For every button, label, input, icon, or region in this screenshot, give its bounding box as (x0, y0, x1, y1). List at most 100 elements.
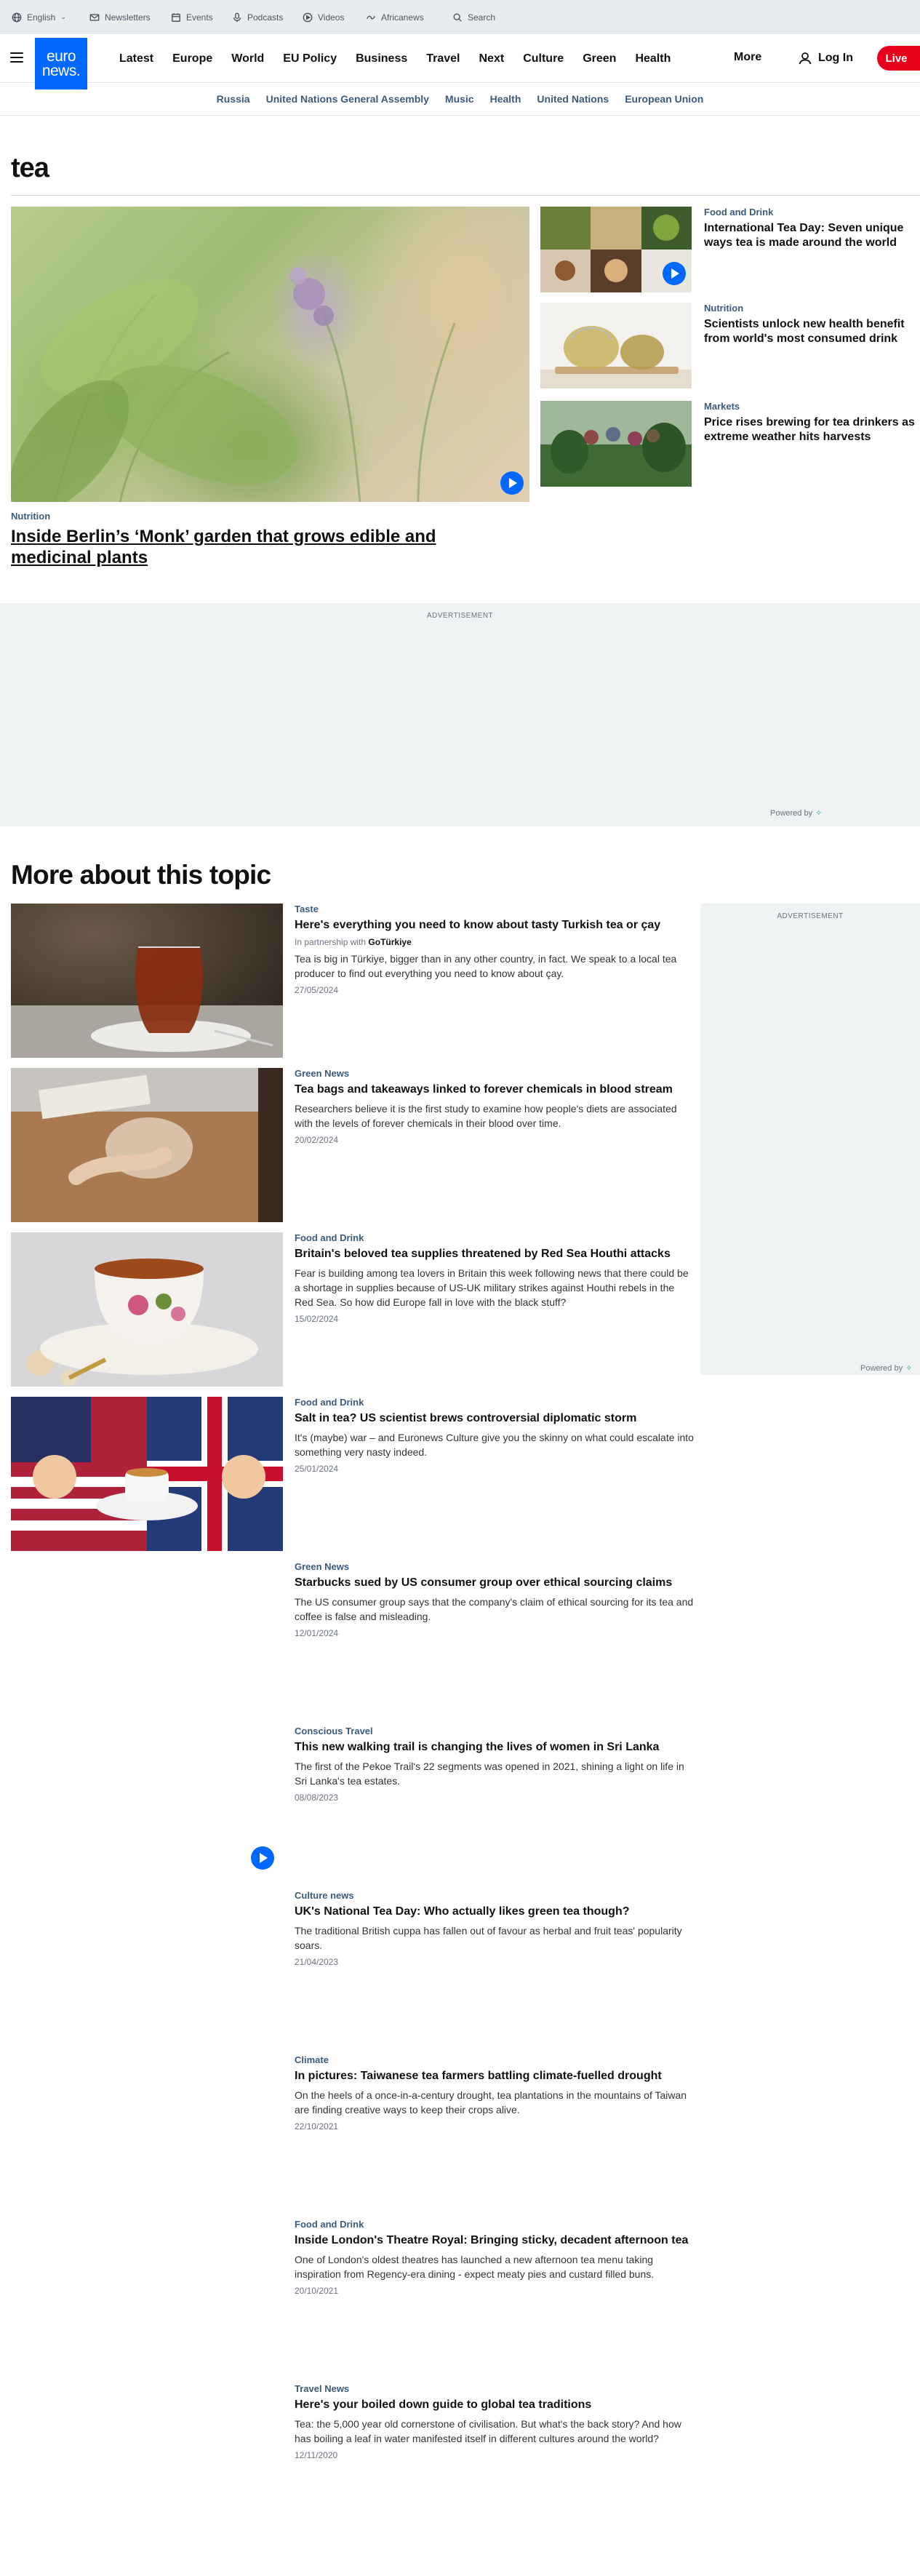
more-menu-button[interactable]: More (734, 51, 761, 64)
article-card[interactable]: Green News Starbucks sued by US consumer… (11, 1561, 695, 1715)
side-story-3[interactable]: Markets Price rises brewing for tea drin… (540, 401, 920, 487)
article-card[interactable]: Travel News Here's your boiled down guid… (11, 2383, 695, 2537)
article-card[interactable]: Conscious Travel This new walking trail … (11, 1726, 695, 1880)
nav-europe[interactable]: Europe (172, 52, 212, 65)
provider-logo-icon: ✧ (905, 1364, 913, 1373)
article-card[interactable]: Taste Here's everything you need to know… (11, 904, 695, 1058)
trending-health[interactable]: Health (490, 93, 521, 105)
live-button[interactable]: Live (877, 46, 920, 71)
article-image[interactable] (11, 1232, 283, 1387)
article-date: 21/04/2023 (295, 1957, 339, 1967)
article-category[interactable]: Green News (295, 1561, 695, 1572)
article-image[interactable] (11, 904, 283, 1058)
article-headline[interactable]: Tea bags and takeaways linked to forever… (295, 1082, 695, 1097)
article-card[interactable]: Culture news UK's National Tea Day: Who … (11, 1890, 695, 2044)
side-story-image[interactable] (540, 207, 692, 292)
article-category[interactable]: Food and Drink (295, 1397, 695, 1408)
side-story-headline[interactable]: Scientists unlock new health benefit fro… (704, 317, 920, 346)
euronews-logo[interactable]: euro news. (35, 38, 87, 89)
article-card[interactable]: Food and Drink Britain's beloved tea sup… (11, 1232, 695, 1387)
events-link[interactable]: Events (170, 0, 213, 34)
newsletters-link[interactable]: Newsletters (89, 0, 151, 34)
article-image[interactable] (11, 1726, 283, 1880)
article-date: 20/10/2021 (295, 2286, 339, 2296)
article-card[interactable]: Food and Drink Inside London's Theatre R… (11, 2219, 695, 2373)
article-image[interactable] (11, 1397, 283, 1551)
article-description: The US consumer group says that the comp… (295, 1596, 694, 1622)
article-category[interactable]: Conscious Travel (295, 1726, 695, 1736)
article-category[interactable]: Food and Drink (295, 1232, 695, 1243)
article-headline[interactable]: Here's your boiled down guide to global … (295, 2398, 695, 2412)
article-headline[interactable]: Inside London's Theatre Royal: Bringing … (295, 2233, 695, 2248)
article-image[interactable] (11, 1068, 283, 1222)
article-description: Fear is building among tea lovers in Bri… (295, 1267, 689, 1308)
hero-image[interactable] (11, 207, 529, 502)
trending-music[interactable]: Music (445, 93, 474, 105)
nav-green[interactable]: Green (583, 52, 616, 65)
main-nav: Latest Europe World EU Policy Business T… (119, 34, 689, 83)
nav-health[interactable]: Health (635, 52, 671, 65)
article-card[interactable]: Food and Drink Salt in tea? US scientist… (11, 1397, 695, 1551)
video-play-icon[interactable] (663, 262, 686, 285)
search-button[interactable]: Search (452, 0, 495, 34)
partner-name[interactable]: GoTürkiye (368, 937, 411, 947)
article-card[interactable]: Climate In pictures: Taiwanese tea farme… (11, 2054, 695, 2209)
side-story-2[interactable]: Nutrition Scientists unlock new health b… (540, 303, 920, 388)
article-headline[interactable]: Starbucks sued by US consumer group over… (295, 1576, 695, 1590)
trending-united-nations[interactable]: United Nations (537, 93, 609, 105)
side-story-category[interactable]: Food and Drink (704, 207, 773, 218)
globe-icon (11, 12, 22, 23)
side-story-headline[interactable]: International Tea Day: Seven unique ways… (704, 221, 920, 250)
video-play-icon[interactable] (500, 471, 524, 495)
nav-culture[interactable]: Culture (523, 52, 564, 65)
nav-world[interactable]: World (231, 52, 264, 65)
trending-unga[interactable]: United Nations General Assembly (266, 93, 429, 105)
podcasts-link[interactable]: Podcasts (231, 0, 283, 34)
article-headline[interactable]: Salt in tea? US scientist brews controve… (295, 1411, 695, 1426)
article-text: Food and Drink Inside London's Theatre R… (295, 2219, 695, 2296)
article-description: One of London's oldest theatres has laun… (295, 2254, 655, 2280)
article-headline[interactable]: This new walking trail is changing the l… (295, 1740, 695, 1755)
hero-category[interactable]: Nutrition (11, 511, 50, 522)
article-category[interactable]: Green News (295, 1068, 695, 1079)
article-card[interactable]: Green News Tea bags and takeaways linked… (11, 1068, 695, 1222)
video-play-icon[interactable] (251, 1846, 274, 1870)
side-story-image[interactable] (540, 303, 692, 388)
nav-business[interactable]: Business (356, 52, 407, 65)
article-image[interactable] (11, 2219, 283, 2373)
login-button[interactable]: Log In (798, 51, 853, 65)
article-headline[interactable]: Here's everything you need to know about… (295, 918, 695, 933)
article-image[interactable] (11, 2054, 283, 2209)
article-category[interactable]: Taste (295, 904, 695, 914)
article-category[interactable]: Culture news (295, 1890, 695, 1901)
article-date: 08/08/2023 (295, 1793, 339, 1803)
trending-european-union[interactable]: European Union (625, 93, 703, 105)
trending-russia[interactable]: Russia (217, 93, 250, 105)
article-category[interactable]: Travel News (295, 2383, 695, 2394)
nav-travel[interactable]: Travel (426, 52, 460, 65)
powered-by: Powered by ✧ (770, 809, 823, 818)
side-story-category[interactable]: Markets (704, 401, 740, 412)
side-story-category[interactable]: Nutrition (704, 303, 743, 314)
article-headline[interactable]: In pictures: Taiwanese tea farmers battl… (295, 2069, 695, 2083)
podcasts-label: Podcasts (247, 12, 284, 23)
africanews-link[interactable]: Africanews (365, 0, 424, 34)
menu-icon[interactable] (10, 50, 23, 65)
side-story-1[interactable]: Food and Drink International Tea Day: Se… (540, 207, 920, 292)
article-image[interactable] (11, 1890, 283, 2044)
article-category[interactable]: Climate (295, 2054, 695, 2065)
article-category[interactable]: Food and Drink (295, 2219, 695, 2230)
side-story-headline[interactable]: Price rises brewing for tea drinkers as … (704, 415, 920, 444)
hero-headline[interactable]: Inside Berlin’s ‘Monk’ garden that grows… (11, 526, 505, 568)
nav-next[interactable]: Next (479, 52, 505, 65)
article-headline[interactable]: UK's National Tea Day: Who actually like… (295, 1905, 695, 1919)
nav-latest[interactable]: Latest (119, 52, 153, 65)
article-headline[interactable]: Britain's beloved tea supplies threatene… (295, 1247, 695, 1261)
article-image[interactable] (11, 1561, 283, 1715)
side-story-image[interactable] (540, 401, 692, 487)
article-text: Green News Starbucks sued by US consumer… (295, 1561, 695, 1638)
videos-link[interactable]: Videos (302, 0, 344, 34)
language-selector[interactable]: English ⌄ (11, 0, 66, 34)
article-image[interactable] (11, 2383, 283, 2537)
nav-eu-policy[interactable]: EU Policy (283, 52, 337, 65)
